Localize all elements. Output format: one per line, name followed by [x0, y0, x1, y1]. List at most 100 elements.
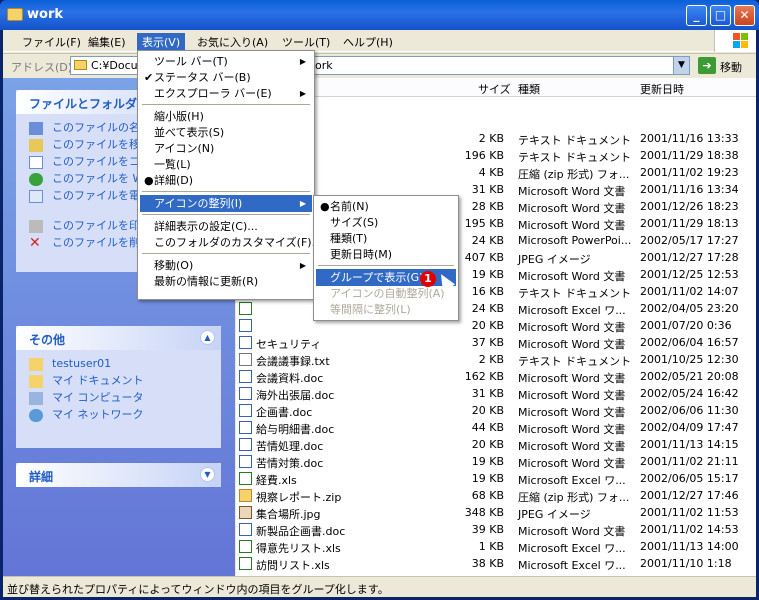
- view_menu-item[interactable]: ツール バー(T) ▶: [140, 53, 312, 70]
- cell-name: 新製品企画書.doc: [256, 525, 346, 538]
- view_menu-item[interactable]: ✔ ステータス バー(B): [140, 69, 312, 86]
- address-label: アドレス(D): [11, 61, 73, 74]
- cell-date: 2001/11/10 1:18: [640, 557, 732, 570]
- expand-chevron-icon[interactable]: ▼: [200, 467, 215, 482]
- menu-item-label: ステータス バー(B): [154, 71, 251, 84]
- cell-date: 2002/05/21 20:08: [640, 370, 739, 383]
- address-bar: アドレス(D) C:¥Docu ork ▼ ➔ 移動: [3, 53, 756, 77]
- table-row[interactable]: 訪問リスト.xls 38 KB Microsoft Excel ワ... 2001/1…: [236, 555, 756, 572]
- cell-name: 企画書.doc: [256, 406, 313, 419]
- documents-folder-icon: [29, 375, 43, 388]
- folder-icon: [74, 60, 87, 70]
- menu-item-label: 縮小版(H): [154, 110, 204, 123]
- column-date[interactable]: 更新日時: [640, 81, 684, 97]
- view_menu-item[interactable]: 一覧(L): [140, 156, 312, 173]
- cell-date: 2002/06/06 11:30: [640, 404, 739, 417]
- menu-edit[interactable]: 編集(E): [83, 33, 131, 51]
- radio-bullet-icon: ●: [320, 200, 330, 213]
- cell-type: Microsoft Word 文書: [518, 185, 626, 198]
- table-row[interactable]: 得意先リスト.xls 1 KB Microsoft Excel ワ... 2001/1…: [236, 538, 756, 555]
- cell-size: 407 KB: [464, 251, 504, 264]
- view_menu-item[interactable]: 縮小版(H): [140, 108, 312, 125]
- maximize-button[interactable]: □: [710, 5, 731, 26]
- view_menu-item[interactable]: ● 詳細(D): [140, 172, 312, 189]
- menu-file[interactable]: ファイル(F): [17, 33, 86, 51]
- table-row[interactable]: 集合場所.jpg 348 KB JPEG イメージ 2001/11/02 11:53: [236, 504, 756, 521]
- view_menu-item[interactable]: 詳細表示の設定(C)...: [140, 218, 312, 235]
- panel-title[interactable]: 詳細: [16, 463, 221, 487]
- jpg-file-icon: [239, 506, 252, 519]
- computer-icon: [29, 392, 43, 405]
- arrange_menu-item[interactable]: ● 名前(N): [316, 198, 456, 215]
- cell-date: 2001/11/16 13:33: [640, 132, 739, 145]
- menu-separator: [318, 265, 454, 266]
- menu-item-label: 種類(T): [330, 232, 368, 245]
- minimize-button[interactable]: _: [686, 5, 707, 26]
- cell-size: 68 KB: [471, 489, 504, 502]
- printer-icon: [29, 220, 43, 233]
- cell-date: 2001/11/02 19:23: [640, 166, 739, 179]
- menu-item-label: 移動(O): [154, 259, 194, 272]
- cell-date: 2002/06/05 15:17: [640, 472, 739, 485]
- go-arrow-icon[interactable]: ➔: [698, 57, 716, 74]
- menu-item-label: ツール バー(T): [154, 55, 228, 68]
- place-my-documents[interactable]: マイ ドキュメント: [16, 374, 221, 391]
- table-row[interactable]: 経費.xls 19 KB Microsoft Excel ワ... 2002/06/0…: [236, 470, 756, 487]
- view_menu-item[interactable]: アイコンの整列(I) ▶: [140, 195, 312, 212]
- view_menu-item[interactable]: 最新の情報に更新(R): [140, 273, 312, 290]
- submenu-arrow-icon: ▶: [299, 89, 306, 98]
- cell-size: 2 KB: [478, 132, 504, 145]
- table-row[interactable]: 企画書.doc 20 KB Microsoft Word 文書 2002/06/06 …: [236, 402, 756, 419]
- arrange_menu-item[interactable]: 更新日時(M): [316, 246, 456, 263]
- table-row[interactable]: 海外出張届.doc 31 KB Microsoft Word 文書 2002/05/2…: [236, 385, 756, 402]
- table-row[interactable]: 苦情対策.doc 19 KB Microsoft Word 文書 2001/11/02…: [236, 453, 756, 470]
- table-row[interactable]: 給与明細書.doc 44 KB Microsoft Word 文書 2002/04/0…: [236, 419, 756, 436]
- table-row[interactable]: セキュリティ 37 KB Microsoft Word 文書 2002/06/04 1…: [236, 334, 756, 351]
- xls-file-icon: [239, 302, 252, 315]
- cell-type: Microsoft Word 文書: [518, 219, 626, 232]
- table-row[interactable]: 会議議事録.txt 2 KB テキスト ドキュメント 2001/10/25 12:30: [236, 351, 756, 368]
- submenu-arrow-icon: ▶: [299, 57, 306, 66]
- view_menu-item[interactable]: 移動(O) ▶: [140, 257, 312, 274]
- arrange_menu-item[interactable]: サイズ(S): [316, 214, 456, 231]
- view_menu-item[interactable]: 並べて表示(S): [140, 124, 312, 141]
- arrange_menu-item[interactable]: 種類(T): [316, 230, 456, 247]
- menu-help[interactable]: ヘルプ(H): [338, 33, 398, 51]
- column-type[interactable]: 種類: [518, 81, 540, 97]
- cell-type: Microsoft Word 文書: [518, 406, 626, 419]
- table-row[interactable]: 苦情処理.doc 20 KB Microsoft Word 文書 2001/11/13…: [236, 436, 756, 453]
- arrange-icons-submenu: ● 名前(N) サイズ(S) 種類(T) 更新日時(M) グループで表示(G) アイコンの自…: [313, 195, 459, 321]
- view-menu: ツール バー(T) ▶ ✔ ステータス バー(B) エクスプローラ バー(E) ▶ 縮小版(…: [137, 50, 322, 300]
- title-bar[interactable]: work _ □ ✕: [0, 0, 759, 30]
- view_menu-item[interactable]: このフォルダのカスタマイズ(F)...: [140, 234, 322, 251]
- panel-title[interactable]: その他: [16, 326, 221, 350]
- collapse-chevron-icon[interactable]: ▲: [200, 330, 215, 345]
- doc-file-icon: [239, 421, 252, 434]
- menu-favorites[interactable]: お気に入り(A): [192, 33, 273, 51]
- folder-icon: [29, 358, 43, 371]
- go-button[interactable]: 移動: [720, 59, 742, 75]
- menu-tools[interactable]: ツール(T): [277, 33, 335, 51]
- column-size[interactable]: サイズ: [478, 81, 511, 97]
- cell-name: 集合場所.jpg: [256, 508, 321, 521]
- table-row[interactable]: 新製品企画書.doc 39 KB Microsoft Word 文書 2001/11/…: [236, 521, 756, 538]
- cell-size: 44 KB: [471, 421, 504, 434]
- cell-date: 2001/11/02 11:53: [640, 506, 739, 519]
- cell-size: 39 KB: [471, 523, 504, 536]
- chevron-down-icon[interactable]: ▼: [673, 57, 689, 74]
- place-my-computer[interactable]: マイ コンピュータ: [16, 391, 221, 408]
- view_menu-item[interactable]: アイコン(N): [140, 140, 312, 157]
- arrange_menu-item: 等間隔に整列(L): [316, 301, 456, 318]
- menu-view[interactable]: 表示(V): [137, 33, 186, 51]
- copy-icon: [29, 156, 43, 169]
- cell-type: Microsoft Word 文書: [518, 202, 626, 215]
- table-row[interactable]: 会議資料.doc 162 KB Microsoft Word 文書 2002/05/2…: [236, 368, 756, 385]
- place-my-network[interactable]: マイ ネットワーク: [16, 408, 221, 425]
- close-button[interactable]: ✕: [734, 5, 755, 26]
- place-user[interactable]: testuser01: [16, 357, 221, 374]
- table-row[interactable]: 視察レポート.zip 68 KB 圧縮 (zip 形式) フォ... 2001/12/…: [236, 487, 756, 504]
- cell-date: 2002/05/17 17:27: [640, 234, 739, 247]
- view_menu-item[interactable]: エクスプローラ バー(E) ▶: [140, 85, 312, 102]
- menu-item-label: アイコンの自動整列(A): [330, 287, 445, 300]
- cell-size: 19 KB: [471, 472, 504, 485]
